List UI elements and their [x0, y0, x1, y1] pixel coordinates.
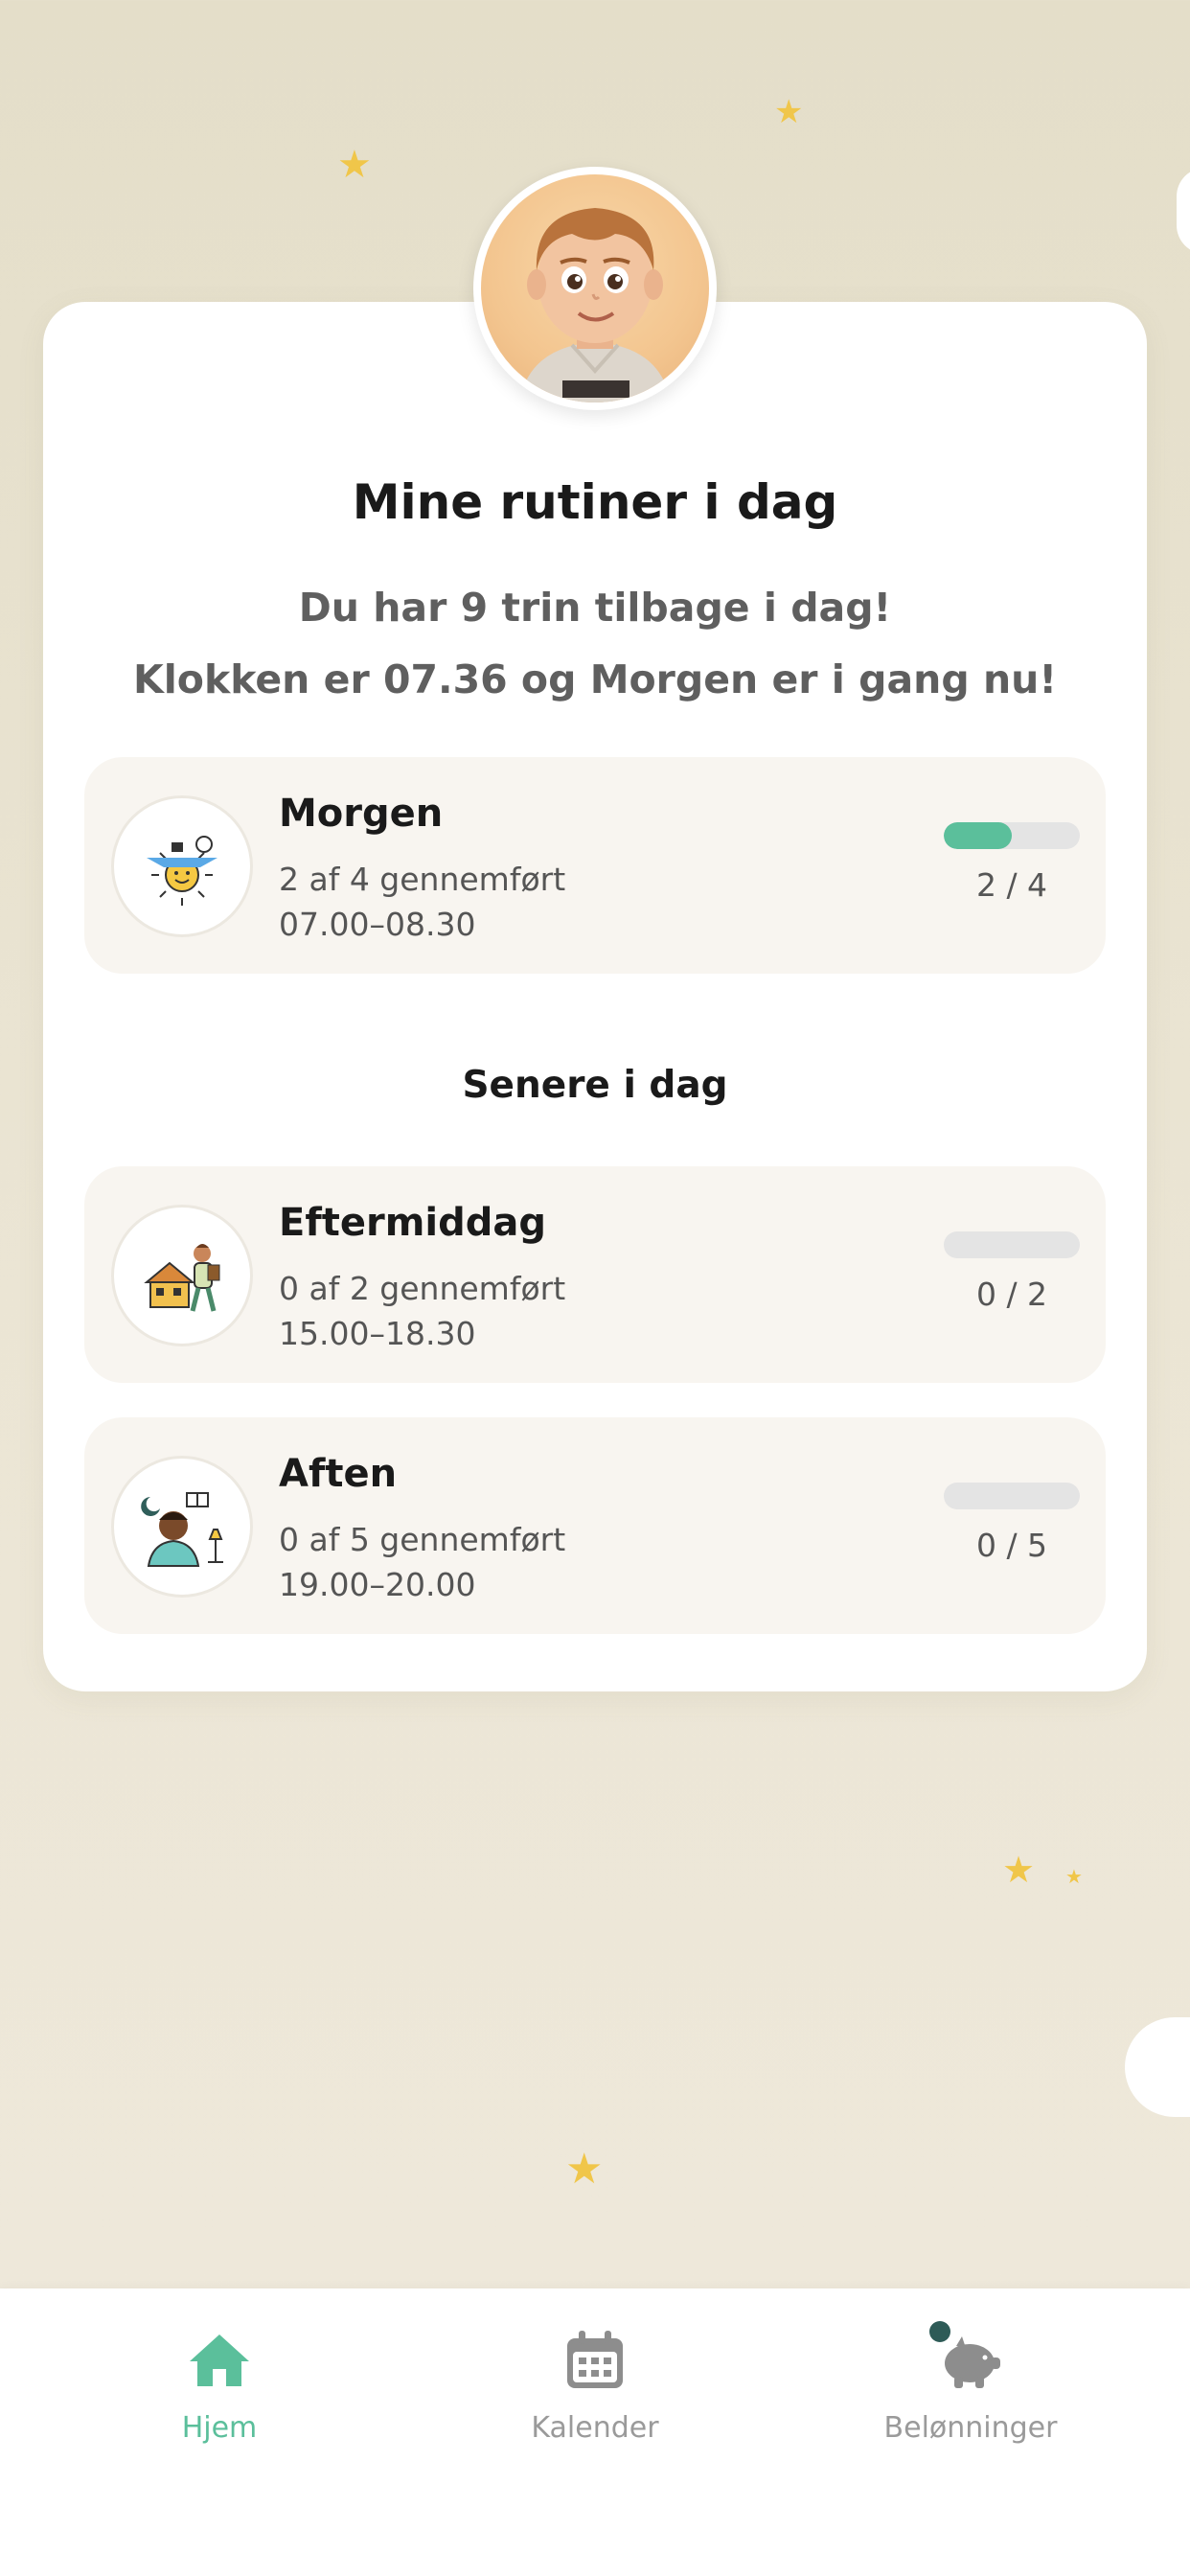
piggy-bank-icon — [929, 2321, 1004, 2394]
routine-time: 15.00–18.30 — [279, 1315, 476, 1352]
progress-fill — [944, 822, 1012, 849]
routine-progress-text: 0 af 2 gennemført — [279, 1270, 566, 1307]
progress-bar — [944, 1483, 1080, 1509]
afternoon-house-icon — [111, 1205, 253, 1346]
star-decoration: ★ — [1065, 1865, 1083, 1888]
progress-count: 2 / 4 — [975, 866, 1048, 904]
routine-name: Eftermiddag — [279, 1201, 546, 1245]
cloud-decoration — [1177, 168, 1190, 254]
home-icon — [186, 2327, 253, 2394]
routine-name: Aften — [279, 1452, 398, 1496]
routine-card-aften[interactable]: Aften 0 af 5 gennemført 19.00–20.00 0 / … — [84, 1417, 1106, 1634]
avatar[interactable] — [473, 167, 717, 410]
routine-progress-text: 2 af 4 gennemført — [279, 861, 566, 898]
section-title-later: Senere i dag — [462, 1064, 728, 1107]
star-decoration: ★ — [1002, 1849, 1036, 1891]
routine-card-morgen[interactable]: Morgen 2 af 4 gennemført 07.00–08.30 2 /… — [84, 757, 1106, 974]
nav-label: Kalender — [531, 2411, 659, 2445]
bottom-navigation: Hjem Kalender Belønninger — [0, 2288, 1190, 2576]
nav-label: Belønninger — [883, 2411, 1058, 2445]
page-title: Mine rutiner i dag — [352, 474, 838, 530]
routine-time: 07.00–08.30 — [279, 906, 476, 943]
routine-progress-text: 0 af 5 gennemført — [279, 1521, 566, 1558]
nav-label: Hjem — [181, 2411, 258, 2445]
calendar-icon — [561, 2327, 629, 2394]
star-decoration: ★ — [565, 2145, 604, 2194]
star-decoration: ★ — [337, 143, 372, 187]
avatar-image — [481, 174, 709, 402]
routine-card-eftermiddag[interactable]: Eftermiddag 0 af 2 gennemført 15.00–18.3… — [84, 1166, 1106, 1383]
routine-time: 19.00–20.00 — [279, 1566, 476, 1603]
progress-count: 0 / 5 — [975, 1527, 1048, 1564]
cloud-decoration — [1125, 2017, 1190, 2117]
star-decoration: ★ — [774, 93, 804, 131]
morning-sun-icon — [111, 795, 253, 937]
progress-bar — [944, 822, 1080, 849]
nav-item-kalender[interactable]: Kalender — [451, 2327, 739, 2445]
steps-left-text: Du har 9 trin tilbage i dag! — [298, 585, 892, 631]
notification-dot — [929, 2321, 950, 2342]
progress-bar — [944, 1231, 1080, 1258]
nav-item-beloenninger[interactable]: Belønninger — [827, 2321, 1114, 2445]
nav-item-hjem[interactable]: Hjem — [76, 2327, 363, 2445]
routine-name: Morgen — [279, 792, 444, 836]
evening-moon-icon — [111, 1456, 253, 1598]
current-status-text: Klokken er 07.36 og Morgen er i gang nu! — [132, 656, 1058, 702]
progress-count: 0 / 2 — [975, 1276, 1048, 1313]
